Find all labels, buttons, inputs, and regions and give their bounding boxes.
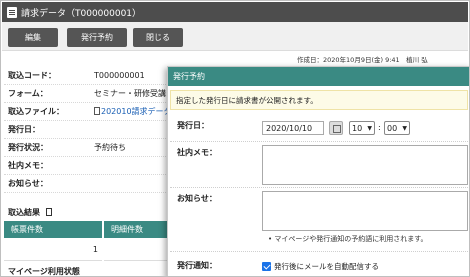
notice-label: お知らせ： — [8, 179, 48, 188]
import-file-link[interactable]: 202010請求データ — [94, 106, 172, 117]
chevron-down-icon: ▼ — [367, 125, 372, 132]
calendar-icon[interactable] — [329, 121, 343, 135]
auto-email-label: 発行後にメールを自動配信する — [274, 262, 379, 271]
document-icon — [46, 208, 52, 216]
notice-textarea[interactable] — [262, 191, 468, 231]
hour-value: 10 — [352, 123, 363, 133]
issue-date-input[interactable]: 2020/10/10 — [262, 121, 324, 135]
internal-memo-label: 社内メモ： — [8, 161, 48, 170]
schedule-issue-dialog: 発行予約 指定した発行日に請求書が公開されます。 発行日： 2020/10/10… — [167, 66, 469, 276]
toolbar: 編集 発行予約 閉じる — [2, 22, 468, 51]
row-issue-date-setting: 発行日： 2020/10/10 10 ▼ : 00 ▼ — [170, 115, 468, 142]
mypage-status-title: マイページ利用状態 — [8, 267, 80, 276]
minute-value: 00 — [387, 123, 398, 133]
notice-field-label: お知らせ： — [177, 194, 217, 203]
form-value: セミナー・研修受講 — [94, 89, 166, 98]
cell-forms-count: 1 — [4, 238, 102, 261]
cell-details-count — [104, 238, 174, 261]
checkbox-checked-icon — [262, 262, 271, 271]
import-file-name: 202010請求データ — [101, 107, 172, 116]
issue-status-value: 予約待ち — [94, 143, 126, 152]
issue-status-label: 発行状況： — [8, 143, 48, 152]
document-list-icon — [7, 6, 17, 18]
dialog-info-message: 指定した発行日に請求書が公開されます。 — [170, 90, 468, 110]
chevron-down-icon: ▼ — [402, 125, 407, 132]
close-button[interactable]: 閉じる — [133, 28, 183, 47]
schedule-issue-button[interactable]: 発行予約 — [67, 28, 127, 47]
dialog-title: 発行予約 — [168, 67, 469, 86]
import-code-value: T000000001 — [94, 71, 145, 80]
auto-email-checkbox[interactable]: 発行後にメールを自動配信する — [262, 261, 379, 272]
memo-textarea[interactable] — [262, 145, 468, 185]
form-label: フォーム： — [8, 89, 48, 98]
row-memo-setting: 社内メモ： — [170, 142, 468, 188]
window-title: 請求データ（T000000001） — [21, 8, 142, 19]
created-info: 作成日：2020年10月9日(金) 9:41 植川 弘 — [297, 56, 428, 64]
edit-button[interactable]: 編集 — [8, 28, 58, 47]
import-code-label: 取込コード： — [8, 71, 56, 80]
column-header-forms: 帳票件数 — [4, 221, 102, 238]
results-title-text: 取込結果 — [8, 208, 40, 217]
title-bar: 請求データ（T000000001） — [2, 2, 468, 22]
file-icon — [94, 107, 100, 115]
minute-select[interactable]: 00 ▼ — [384, 121, 410, 135]
issue-date-label: 発行日： — [8, 125, 40, 134]
import-file-label: 取込ファイル： — [8, 107, 64, 116]
results-title: 取込結果 — [8, 207, 52, 218]
memo-field-label: 社内メモ： — [177, 148, 217, 157]
notify-field-label: 発行通知： — [177, 261, 217, 270]
row-notify-setting: 発行通知： 発行後にメールを自動配信する — [170, 255, 468, 276]
column-header-details: 明細件数 — [104, 221, 174, 238]
issue-date-field-label: 発行日： — [177, 121, 209, 130]
time-separator: : — [378, 123, 381, 132]
page-frame: 請求データ（T000000001） 編集 発行予約 閉じる 作成日：2020年1… — [0, 0, 470, 277]
notice-hint: • マイページや発行通知の予約語に利用されます。 — [268, 235, 428, 243]
hour-select[interactable]: 10 ▼ — [349, 121, 375, 135]
